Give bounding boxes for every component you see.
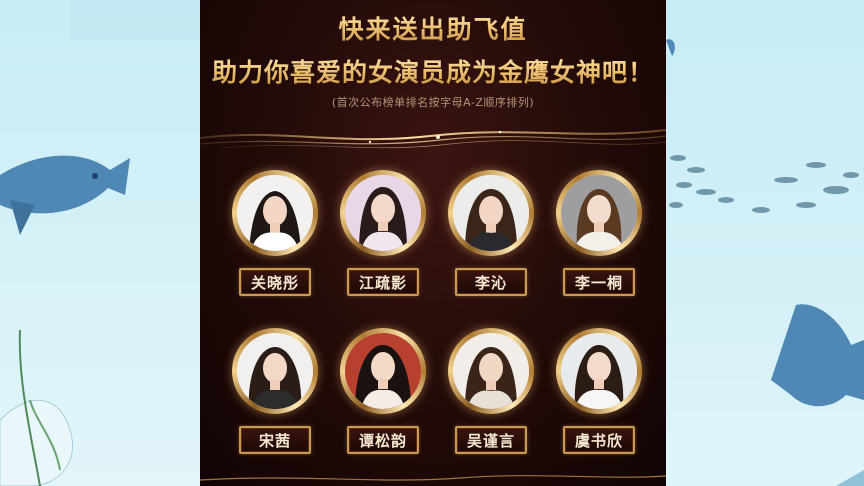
- actress-card[interactable]: 李沁: [440, 170, 540, 300]
- actress-card[interactable]: 宋茜: [224, 328, 324, 458]
- portrait-frame: [232, 170, 318, 256]
- actress-name: 李沁: [474, 273, 507, 292]
- actress-card[interactable]: 关晓彤: [224, 170, 324, 300]
- fish-illustration-right: [666, 39, 864, 486]
- name-plate: 江疏影: [347, 268, 419, 296]
- actress-photo: [237, 175, 313, 251]
- portrait-frame: [340, 328, 426, 414]
- fish-illustration-left: [0, 0, 200, 486]
- headline-line-1: 快来送出助飞值: [200, 10, 666, 46]
- name-plate: 宋茜: [239, 426, 311, 454]
- actress-card[interactable]: 吴谨言: [440, 328, 540, 458]
- ranking-note: (首次公布榜单排名按字母A-Z顺序排列): [331, 96, 535, 109]
- gold-wave-decoration: [200, 129, 666, 149]
- portrait-frame: [232, 328, 318, 414]
- portrait-frame: [556, 170, 642, 256]
- name-plate: 李一桐: [563, 268, 635, 296]
- name-plate: 吴谨言: [455, 426, 527, 454]
- actress-photo: [345, 175, 421, 251]
- actress-photo: [561, 333, 637, 409]
- actress-photo: [453, 175, 529, 251]
- headline-line-2: 助力你喜爱的女演员成为金鹰女神吧！: [200, 53, 666, 89]
- actress-name: 关晓彤: [250, 273, 299, 292]
- actress-name: 江疏影: [358, 273, 407, 292]
- actress-name: 虞书欣: [574, 431, 623, 450]
- actress-card[interactable]: 李一桐: [548, 170, 648, 300]
- actress-photo: [237, 333, 313, 409]
- name-plate: 关晓彤: [239, 268, 311, 296]
- actress-name: 宋茜: [258, 431, 291, 450]
- gold-wave-decoration: [200, 475, 666, 481]
- name-plate: 谭松韵: [347, 426, 419, 454]
- actress-photo: [561, 175, 637, 251]
- right-background-panel: [666, 0, 864, 486]
- actress-name: 谭松韵: [358, 431, 407, 450]
- actress-card[interactable]: 谭松韵: [332, 328, 432, 458]
- actress-card[interactable]: 江疏影: [332, 170, 432, 300]
- actress-photo: [453, 333, 529, 409]
- name-plate: 李沁: [455, 268, 527, 296]
- portrait-frame: [448, 328, 534, 414]
- actress-photo: [345, 333, 421, 409]
- actress-name: 李一桐: [574, 273, 623, 292]
- name-plate: 虞书欣: [563, 426, 635, 454]
- actress-card[interactable]: 虞书欣: [548, 328, 648, 458]
- golden-eagle-poster: 快来送出助飞值 助力你喜爱的女演员成为金鹰女神吧！ (首次公布榜单排名按字母A-…: [200, 0, 666, 486]
- portrait-frame: [340, 170, 426, 256]
- portrait-frame: [448, 170, 534, 256]
- actress-name: 吴谨言: [466, 431, 515, 450]
- portrait-frame: [556, 328, 642, 414]
- left-background-panel: [0, 0, 200, 486]
